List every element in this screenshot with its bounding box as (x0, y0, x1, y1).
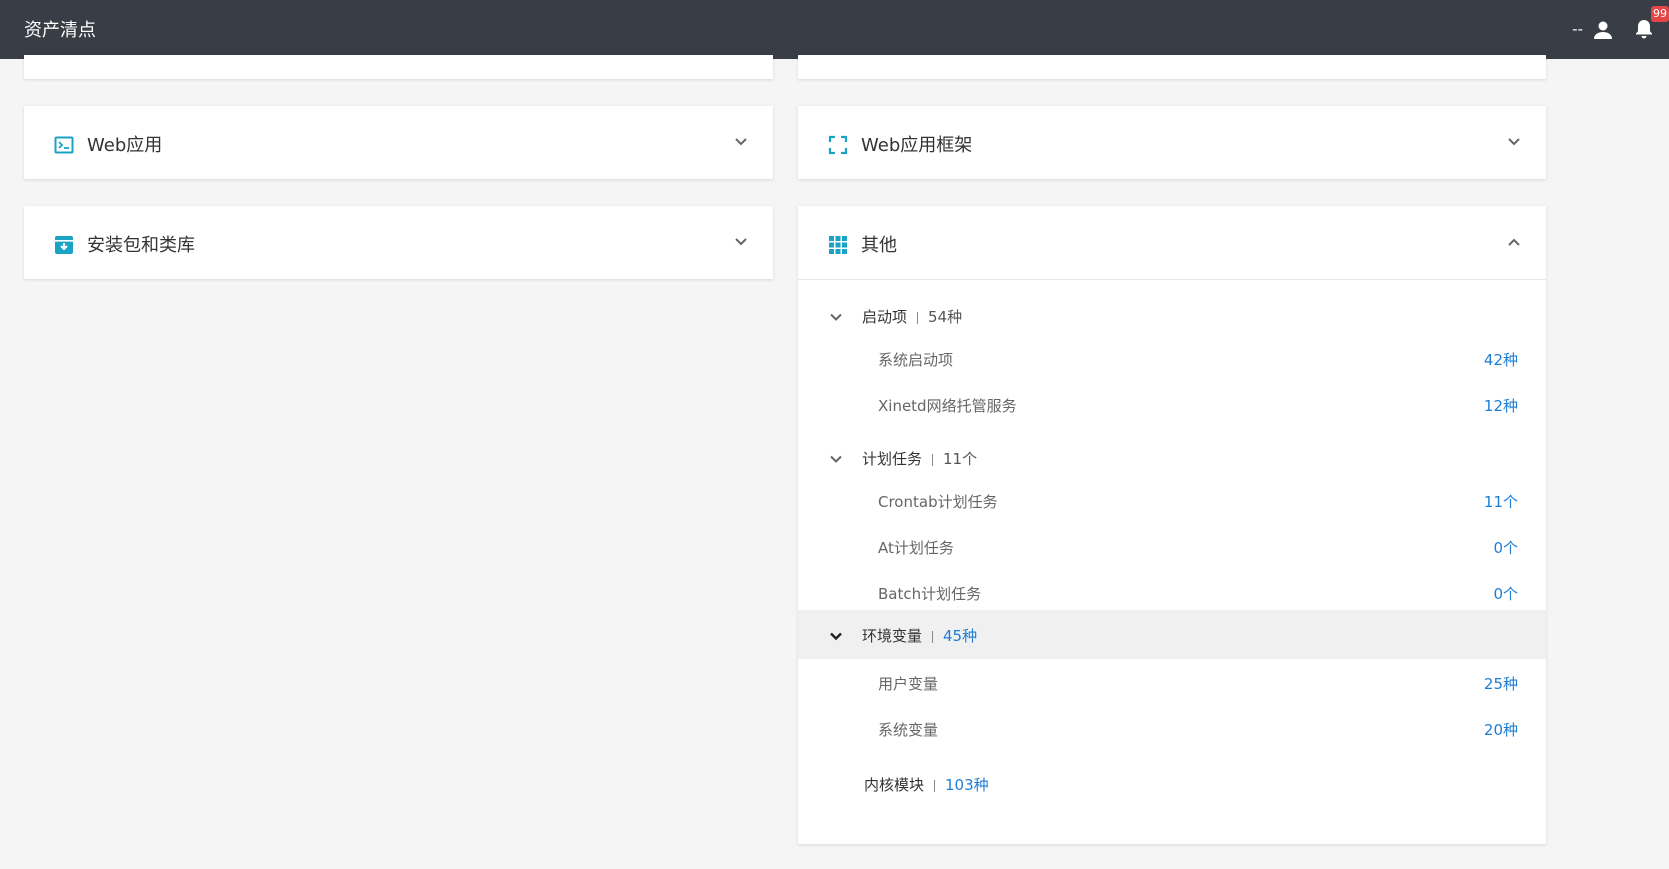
chevron-down-icon[interactable] (1506, 134, 1522, 150)
item-value-link[interactable]: 12种 (1484, 395, 1518, 416)
group-count: 54种 (928, 308, 963, 326)
group-label: 环境变量 45种 (862, 625, 977, 646)
chevron-down-icon[interactable] (829, 629, 843, 643)
page-title: 资产清点 (24, 20, 96, 41)
list-item[interactable]: 系统变量 20种 (798, 707, 1546, 751)
card-partial-right (798, 55, 1546, 79)
group-label: 启动项 54种 (862, 306, 962, 327)
card-title: Web应用框架 (861, 135, 973, 156)
card-header[interactable]: Web应用框架 (798, 106, 1546, 179)
card-title: 其他 (861, 235, 897, 256)
card-header[interactable]: 其他 (798, 206, 1546, 279)
card-web-framework[interactable]: Web应用框架 (798, 106, 1546, 179)
list-item[interactable]: Batch计划任务 0个 (798, 571, 1546, 615)
item-label: 用户变量 (878, 675, 939, 693)
group-env[interactable]: 环境变量 45种 (798, 610, 1546, 659)
chevron-down-icon[interactable] (733, 234, 749, 250)
group-count[interactable]: 45种 (943, 627, 977, 645)
grid-icon (829, 236, 847, 254)
item-value-link[interactable]: 25种 (1484, 673, 1518, 694)
item-value-link[interactable]: 20种 (1484, 719, 1518, 740)
card-other: 其他 启动项 54种 系统启动项 42种 Xinetd网络托管服务 12种 计划任… (798, 206, 1546, 844)
card-header[interactable]: Web应用 (24, 106, 773, 179)
notification-badge: 99 (1651, 6, 1669, 22)
group-kernel[interactable]: 内核模块 103种 (798, 761, 1546, 807)
card-header[interactable]: 安装包和类库 (24, 206, 773, 279)
chevron-up-icon[interactable] (1506, 234, 1522, 250)
chevron-down-icon[interactable] (733, 134, 749, 150)
group-title: 内核模块 (864, 776, 925, 794)
item-value-link[interactable]: 0个 (1493, 583, 1518, 604)
list-item[interactable]: 系统启动项 42种 (798, 337, 1546, 381)
list-item[interactable]: At计划任务 0个 (798, 525, 1546, 569)
item-value-link[interactable]: 11个 (1484, 491, 1518, 512)
item-label: 系统变量 (878, 721, 939, 739)
card-partial-left (24, 55, 773, 79)
group-label: 内核模块 103种 (864, 774, 989, 795)
item-value-link[interactable]: 42种 (1484, 349, 1518, 370)
group-title: 启动项 (862, 308, 908, 326)
chevron-down-icon[interactable] (829, 452, 843, 466)
card-packages[interactable]: 安装包和类库 (24, 206, 773, 279)
separator (934, 779, 936, 792)
item-label: Xinetd网络托管服务 (878, 397, 1017, 415)
group-count: 11个 (943, 450, 978, 468)
separator (932, 453, 934, 466)
item-label: 系统启动项 (878, 351, 954, 369)
username[interactable]: -- (1572, 20, 1583, 38)
group-label: 计划任务 11个 (862, 448, 977, 469)
group-title: 计划任务 (862, 450, 923, 468)
group-tasks[interactable]: 计划任务 11个 (798, 435, 1546, 481)
card-title: Web应用 (87, 135, 163, 156)
item-label: At计划任务 (878, 539, 954, 557)
chevron-down-icon[interactable] (829, 310, 843, 324)
frame-corners-icon (828, 135, 848, 155)
item-value-link[interactable]: 0个 (1493, 537, 1518, 558)
group-count[interactable]: 103种 (945, 776, 989, 794)
group-startup[interactable]: 启动项 54种 (798, 293, 1546, 339)
card-title: 安装包和类库 (87, 235, 195, 256)
card-divider (798, 279, 1546, 280)
item-label: Crontab计划任务 (878, 493, 998, 511)
terminal-window-icon (54, 136, 74, 154)
separator (917, 311, 919, 324)
list-item[interactable]: Xinetd网络托管服务 12种 (798, 383, 1546, 427)
package-box-icon (55, 236, 73, 254)
item-label: Batch计划任务 (878, 585, 982, 603)
top-bar: 资产清点 -- 99 (0, 0, 1669, 59)
card-web-app[interactable]: Web应用 (24, 106, 773, 179)
user-icon[interactable] (1591, 18, 1615, 42)
group-title: 环境变量 (862, 627, 923, 645)
list-item[interactable]: Crontab计划任务 11个 (798, 479, 1546, 523)
list-item[interactable]: 用户变量 25种 (798, 661, 1546, 705)
separator (932, 630, 934, 643)
